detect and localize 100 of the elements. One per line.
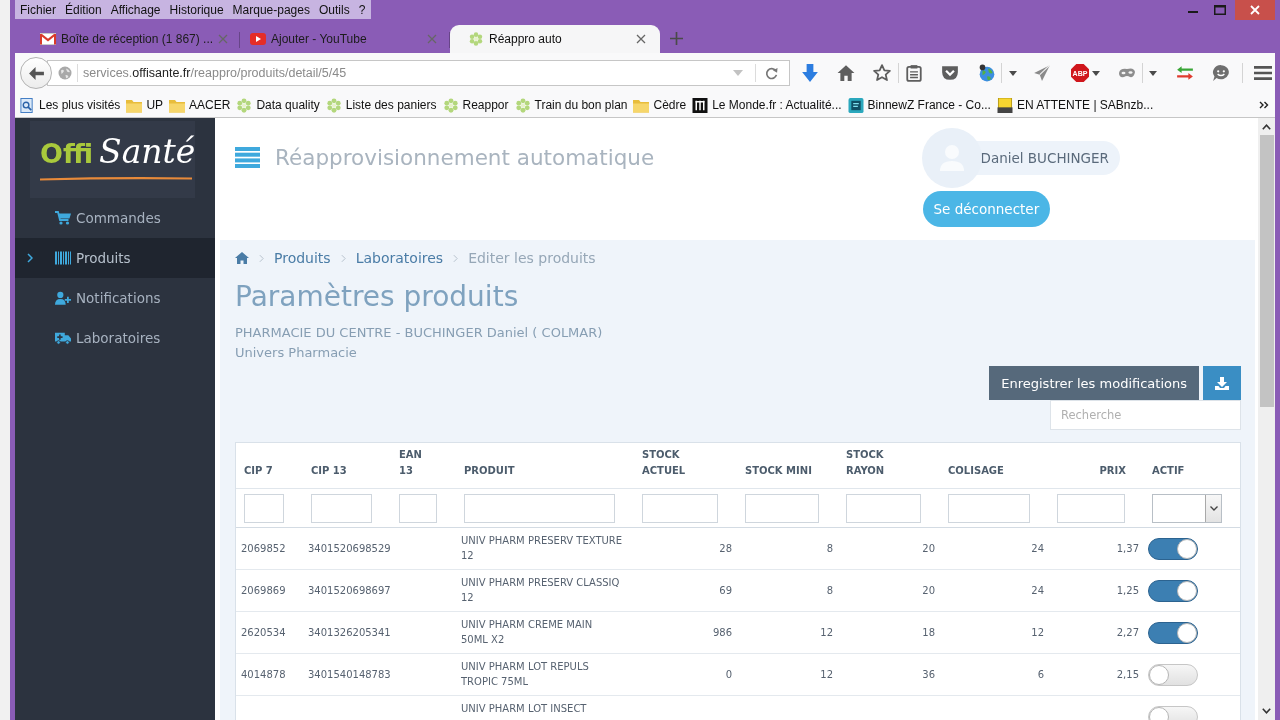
bookmark-link[interactable]: Data quality (236, 97, 320, 113)
bookmark-link[interactable]: EN ATTENTE | SABnzb... (996, 97, 1154, 113)
column-header: STOCK ACTUEL (642, 448, 686, 478)
toggle-switch[interactable] (1148, 579, 1198, 602)
table-cell-text: UNIV PHARM LOT INSECT (461, 702, 587, 716)
globe-icon[interactable] (978, 64, 996, 82)
filter-field[interactable] (464, 493, 615, 523)
table-cell-text: 2,27 (1116, 626, 1139, 640)
download-icon[interactable] (801, 64, 819, 82)
browser-tab[interactable]: Réappro auto (450, 25, 660, 53)
bookmark-link[interactable]: Le Monde.fr : Actualité... (692, 97, 842, 113)
flower-icon (325, 97, 342, 113)
clipboard-icon[interactable] (905, 64, 923, 82)
scrollbar[interactable] (1258, 118, 1275, 720)
table-cell-text: 986 (712, 626, 732, 640)
close-icon[interactable] (636, 34, 646, 44)
toggle-switch[interactable] (1148, 621, 1198, 644)
browser-tab[interactable]: Boîte de réception (1 867) ... (30, 25, 240, 53)
table-cell-text: 1,25 (1116, 584, 1139, 598)
address-field[interactable]: services.offisante.fr/reappro/produits/detail/5/45 (47, 60, 790, 86)
medical-van-icon (55, 331, 71, 345)
bookmark-link[interactable]: Train du bon plan (514, 97, 628, 113)
search-field[interactable]: Recherche (1050, 400, 1241, 430)
breadcrumb-current: Editer les produits (468, 250, 596, 266)
maximize-icon[interactable] (1214, 5, 1226, 15)
toggle-switch[interactable] (1148, 537, 1198, 560)
close-icon (1250, 5, 1260, 15)
caret-icon[interactable] (1149, 70, 1157, 76)
folder-icon (126, 97, 143, 113)
chevron-icon (27, 253, 33, 263)
menu-item[interactable]: Fichier (20, 2, 56, 17)
table-cell-text: 24 (1031, 584, 1044, 598)
menu-item[interactable]: Marque-pages (232, 2, 310, 17)
menu-item[interactable]: Historique (169, 2, 224, 17)
menu-item[interactable]: Outils (318, 2, 350, 17)
caret-icon (1209, 505, 1218, 511)
column-header: COLISAGE (948, 464, 1004, 478)
bookmark-link[interactable]: Reappor (442, 97, 509, 113)
bookmark-link[interactable]: Les plus visités (19, 97, 121, 113)
pocket-icon[interactable] (941, 64, 959, 82)
flower-icon (442, 97, 459, 113)
menu-icon[interactable] (1254, 64, 1272, 82)
table-cell-text: 2069852 (241, 542, 286, 556)
back-button[interactable] (20, 57, 52, 89)
table-cell-text: 69 (719, 584, 732, 598)
table-cell-text: 28 (719, 542, 732, 556)
menu-item[interactable]: Affichage (110, 2, 161, 17)
save-button[interactable]: Enregistrer les modifications (989, 366, 1199, 400)
breadcrumb-link[interactable]: Produits (274, 250, 331, 266)
box-icon (996, 97, 1013, 113)
toggle-switch[interactable] (1148, 663, 1198, 686)
star-icon[interactable] (873, 64, 891, 82)
filter-field[interactable] (846, 493, 921, 523)
scroll-up-icon[interactable] (1262, 124, 1271, 130)
table-cell-text: 3401326205341 (308, 626, 391, 640)
download-button[interactable] (1203, 366, 1241, 400)
column-header: PRODUIT (464, 464, 515, 478)
sidebar-item[interactable]: Produits (15, 238, 215, 278)
bookmark-link[interactable]: Liste des paniers (325, 97, 437, 113)
menu-item[interactable]: ? (358, 2, 366, 17)
filter-field[interactable] (244, 493, 284, 523)
table-cell-text: 2069869 (241, 584, 286, 598)
filter-field[interactable] (1057, 493, 1125, 523)
sidebar-item[interactable]: Notifications (15, 278, 215, 318)
bookmark-folder[interactable]: UP (126, 97, 164, 113)
scrollbar-thumb[interactable] (1259, 135, 1274, 407)
page-search-icon (19, 97, 35, 113)
filter-field[interactable] (399, 493, 437, 523)
table-cell-text: 1,37 (1116, 542, 1139, 556)
chat-icon[interactable] (1212, 64, 1230, 82)
close-button[interactable] (1235, 0, 1275, 20)
home-icon[interactable] (235, 252, 249, 264)
filter-select[interactable] (1152, 493, 1222, 523)
reload-icon[interactable] (765, 66, 778, 80)
table-cell-text: 20 (922, 542, 935, 556)
caret-icon[interactable] (1009, 70, 1017, 76)
chevrons-icon[interactable] (1259, 101, 1269, 109)
swap-arrows-icon[interactable] (1176, 64, 1194, 82)
bookmark-link[interactable]: BinnewZ France - Co... (847, 97, 991, 113)
table-cell-text: UNIV PHARM PRESERV TEXTURE 12 (461, 534, 623, 563)
scroll-down-icon[interactable] (1262, 708, 1271, 714)
plus-icon[interactable] (670, 32, 683, 45)
chevron-icon (340, 253, 346, 263)
caret-icon[interactable] (1092, 70, 1100, 76)
filter-field[interactable] (311, 493, 372, 523)
bookmark-folder[interactable]: Cèdre (633, 97, 687, 113)
columns-icon (692, 97, 709, 113)
paper-plane-icon[interactable] (1033, 64, 1051, 82)
home-icon[interactable] (837, 64, 855, 82)
menu-item[interactable]: Édition (65, 2, 102, 17)
filter-field[interactable] (948, 493, 1030, 523)
mail-icon (40, 32, 56, 46)
breadcrumb-link[interactable]: Laboratoires (355, 250, 444, 266)
sidebar-item[interactable]: Commandes (15, 198, 215, 238)
sidebar-item[interactable]: Laboratoires (15, 318, 215, 358)
filter-field[interactable] (642, 493, 718, 523)
table-cell-text: 2,15 (1116, 668, 1139, 682)
filter-field[interactable] (745, 493, 819, 523)
bookmark-folder[interactable]: AACER (169, 97, 231, 113)
back-arrow-icon (28, 66, 44, 80)
